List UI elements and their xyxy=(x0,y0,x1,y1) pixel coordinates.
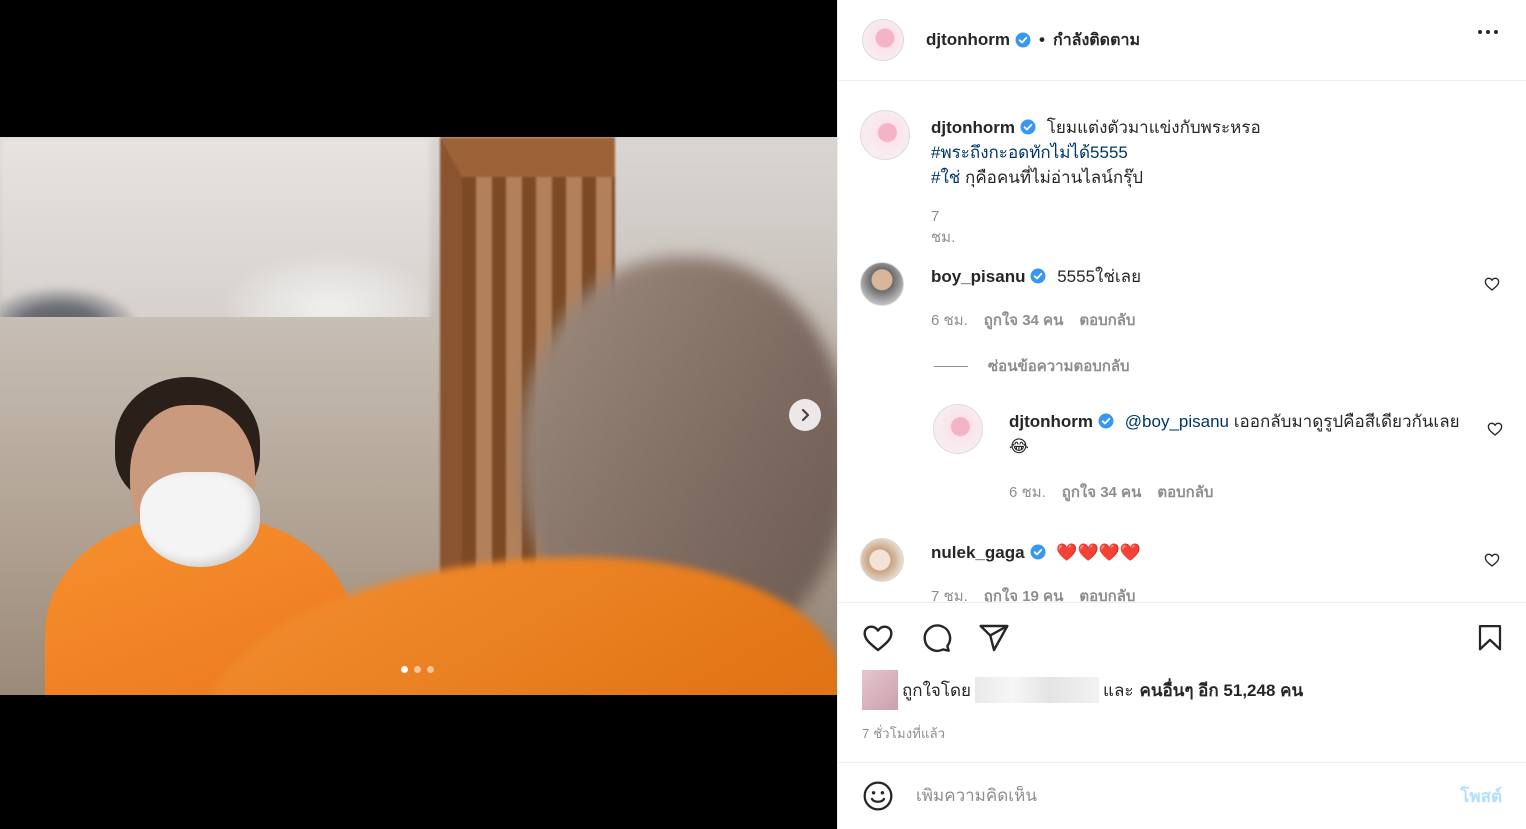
verified-icon xyxy=(1020,119,1036,135)
post-media[interactable] xyxy=(0,0,837,829)
likes-count[interactable]: คนอื่นๆ อีก 51,248 คน xyxy=(1140,677,1304,704)
likes-prefix: ถูกใจโดย xyxy=(902,680,971,700)
heart-icon[interactable] xyxy=(862,622,894,654)
comment-time[interactable]: 7 ชม. xyxy=(931,584,968,602)
comment-text: ❤️❤️❤️❤️ xyxy=(1056,543,1141,562)
header-separator: • xyxy=(1039,30,1045,49)
heart-icon[interactable] xyxy=(1487,421,1503,437)
comment-likes[interactable]: ถูกใจ 34 คน xyxy=(984,308,1064,332)
commenter-username[interactable]: boy_pisanu xyxy=(931,267,1025,286)
comment-time[interactable]: 6 ชม. xyxy=(931,308,968,332)
add-comment-bar: โพสต์ xyxy=(838,762,1526,829)
carousel-next-button[interactable] xyxy=(789,399,821,431)
caption-username[interactable]: djtonhorm xyxy=(931,118,1015,137)
verified-icon xyxy=(1098,413,1114,429)
verified-icon xyxy=(1030,544,1046,560)
emoji-icon[interactable] xyxy=(862,780,894,812)
bookmark-icon[interactable] xyxy=(1475,623,1505,653)
chevron-right-icon xyxy=(801,408,810,422)
hide-replies-button[interactable]: ซ่อนข้อความตอบกลับ xyxy=(934,354,1130,378)
author-username[interactable]: djtonhorm xyxy=(926,30,1010,50)
carousel-dot xyxy=(414,666,421,673)
commenter-avatar[interactable] xyxy=(860,538,904,582)
reply-likes[interactable]: ถูกใจ 34 คน xyxy=(1062,480,1142,504)
carousel-dot xyxy=(427,666,434,673)
mention-link[interactable]: @boy_pisanu xyxy=(1125,412,1229,431)
post-actions: ถูกใจโดย และ คนอื่นๆ อีก 51,248 คน 7 ชั่… xyxy=(838,602,1526,741)
liker-username-blurred[interactable] xyxy=(974,677,1099,703)
comment-icon[interactable] xyxy=(920,622,952,654)
author-avatar[interactable] xyxy=(862,19,904,61)
follow-status-button[interactable]: กำลังติดตาม xyxy=(1053,28,1140,53)
hashtag-link[interactable]: #ใช่ xyxy=(931,168,960,187)
carousel-dot xyxy=(401,666,408,673)
caption-time[interactable]: 7 ชม. xyxy=(931,208,955,249)
comment-text: 5555ใช่เลย xyxy=(1057,267,1142,286)
reply-time[interactable]: 6 ชม. xyxy=(1009,480,1046,504)
hashtag-link[interactable]: #พระถึงกะอดทักไม่ได้5555 xyxy=(931,143,1128,162)
caption-text: โยมแต่งตัวมาแข่งกับพระหรอ xyxy=(1046,118,1261,137)
post-side-panel: djtonhorm • กำลังติดตาม djtonhorm โยมแต่… xyxy=(837,0,1526,829)
post-header: djtonhorm • กำลังติดตาม xyxy=(838,0,1526,81)
comment-input[interactable] xyxy=(916,786,1461,806)
reply-button[interactable]: ตอบกลับ xyxy=(1157,480,1213,504)
liker-avatar[interactable] xyxy=(862,670,898,710)
author-avatar[interactable] xyxy=(933,404,983,454)
likes-summary: ถูกใจโดย และ คนอื่นๆ อีก 51,248 คน xyxy=(862,670,1303,710)
caption-text-line3: กุคือคนที่ไม่อ่านไลน์กรุ๊ป xyxy=(960,168,1144,187)
share-icon[interactable] xyxy=(978,622,1010,654)
post-comment-button[interactable]: โพสต์ xyxy=(1460,783,1502,810)
commenter-avatar[interactable] xyxy=(860,262,904,306)
post-photo xyxy=(0,137,837,695)
reply-username[interactable]: djtonhorm xyxy=(1009,412,1093,431)
carousel-indicator xyxy=(401,666,434,673)
verified-icon xyxy=(1015,32,1031,48)
author-avatar[interactable] xyxy=(860,110,910,160)
hide-replies-label: ซ่อนข้อความตอบกลับ xyxy=(988,358,1130,375)
reply-button[interactable]: ตอบกลับ xyxy=(1079,308,1135,332)
more-icon[interactable] xyxy=(1478,30,1498,34)
commenter-username[interactable]: nulek_gaga xyxy=(931,543,1025,562)
verified-icon xyxy=(1030,268,1046,284)
reply-button[interactable]: ตอบกลับ xyxy=(1079,584,1135,602)
likes-and: และ xyxy=(1102,680,1134,700)
heart-icon[interactable] xyxy=(1484,276,1500,292)
heart-icon[interactable] xyxy=(1484,552,1500,568)
comment-likes[interactable]: ถูกใจ 19 คน xyxy=(984,584,1064,602)
comments-list[interactable]: djtonhorm โยมแต่งตัวมาแข่งกับพระหรอ #พระ… xyxy=(838,82,1526,602)
post-timestamp[interactable]: 7 ชั่วโมงที่แล้ว xyxy=(862,723,945,744)
